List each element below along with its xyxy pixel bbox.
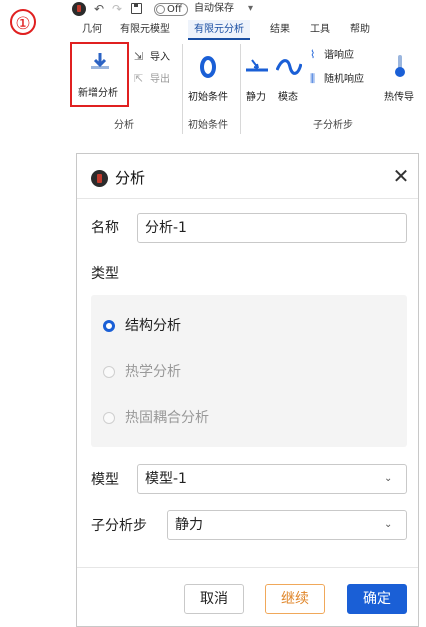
harmonic-icon: ⌇ xyxy=(310,48,316,61)
toggle-knob xyxy=(156,5,165,14)
save-icon[interactable] xyxy=(131,3,142,14)
radio-label: 热固耦合分析 xyxy=(125,410,209,426)
model-select[interactable]: 模型-1 ⌄ xyxy=(137,464,407,494)
initial-conditions-button[interactable]: 初始条件 xyxy=(186,46,234,104)
radio-label: 热学分析 xyxy=(125,364,181,380)
export-button[interactable]: ⇱ 导出 xyxy=(134,72,176,88)
heat-transfer-label: 热传导 xyxy=(384,92,414,103)
substep-select[interactable]: 静力 ⌄ xyxy=(167,510,407,540)
substep-label: 子分析步 xyxy=(91,518,147,534)
ribbon: 新增分析 ⇲ 导入 ⇱ 导出 初始条件 静力 模态 ⌇ 谐响应 ⫼ 随机响应 热… xyxy=(68,42,426,136)
new-analysis-label: 新增分析 xyxy=(78,88,118,99)
radio-label: 结构分析 xyxy=(125,318,181,334)
ribbon-separator xyxy=(182,44,183,134)
radio-thermal[interactable]: 热学分析 xyxy=(103,361,303,383)
group-label-analysis: 分析 xyxy=(114,120,134,131)
customize-dropdown-icon[interactable]: ▾ xyxy=(248,2,253,16)
tab-geometry[interactable]: 几何 xyxy=(76,20,108,40)
export-label: 导出 xyxy=(150,74,170,85)
ok-button[interactable]: 确定 xyxy=(347,584,407,614)
model-label: 模型 xyxy=(91,472,119,488)
new-analysis-button[interactable]: 新增分析 xyxy=(72,44,127,104)
title-divider xyxy=(77,198,418,199)
heat-transfer-button[interactable]: 热传导 xyxy=(382,46,422,104)
logo-icon xyxy=(72,2,86,16)
ribbon-separator xyxy=(240,44,241,134)
random-label: 随机响应 xyxy=(324,74,364,85)
radio-button xyxy=(103,320,115,332)
initial-conditions-label: 初始条件 xyxy=(188,92,228,103)
toggle-label: Off xyxy=(167,4,182,15)
radio-button xyxy=(103,366,115,378)
download-arrow-icon xyxy=(91,53,109,69)
modal-button[interactable]: 模态 xyxy=(274,46,304,104)
radio-button xyxy=(103,412,115,424)
modal-label: 模态 xyxy=(278,92,298,103)
tab-help[interactable]: 帮助 xyxy=(344,20,376,40)
tab-results[interactable]: 结果 xyxy=(264,20,296,40)
close-icon[interactable]: ✕ xyxy=(389,164,413,188)
radio-structural[interactable]: 结构分析 xyxy=(103,315,303,337)
footer-divider xyxy=(77,567,418,568)
type-options-panel: 结构分析 热学分析 热固耦合分析 xyxy=(91,295,407,447)
menu-tabs: 几何 有限元模型 有限元分析 结果 工具 帮助 xyxy=(68,20,426,40)
autosave-label: 自动保存 xyxy=(194,3,234,14)
static-icon xyxy=(246,59,268,72)
model-value: 模型-1 xyxy=(145,471,187,487)
name-label: 名称 xyxy=(91,220,119,236)
tab-fe-analysis[interactable]: 有限元分析 xyxy=(188,20,250,40)
static-button[interactable]: 静力 xyxy=(242,46,272,104)
analysis-dialog: 分析 ✕ 名称 分析-1 类型 结构分析 热学分析 热固耦合分析 模型 模型-1… xyxy=(76,153,419,627)
tab-tools[interactable]: 工具 xyxy=(304,20,336,40)
name-field[interactable]: 分析-1 xyxy=(137,213,407,243)
import-icon: ⇲ xyxy=(134,50,144,63)
import-button[interactable]: ⇲ 导入 xyxy=(134,50,176,66)
harmonic-button[interactable]: ⌇ 谐响应 xyxy=(310,48,366,64)
logo-icon xyxy=(91,170,108,187)
undo-icon[interactable]: ↶ xyxy=(94,1,104,17)
static-label: 静力 xyxy=(246,92,266,103)
chevron-down-icon: ⌄ xyxy=(384,519,393,530)
chevron-down-icon: ⌄ xyxy=(384,473,393,484)
autosave-toggle[interactable]: Off xyxy=(154,3,188,16)
thermometer-icon xyxy=(395,55,405,77)
step-marker: ① xyxy=(10,9,36,35)
radio-thermo-mechanical[interactable]: 热固耦合分析 xyxy=(103,407,303,429)
group-label-initial: 初始条件 xyxy=(188,120,228,131)
redo-icon[interactable]: ↷ xyxy=(112,1,122,17)
group-label-substep: 子分析步 xyxy=(313,120,353,131)
cancel-button[interactable]: 取消 xyxy=(184,584,244,614)
harmonic-label: 谐响应 xyxy=(324,50,354,61)
dialog-title: 分析 xyxy=(115,169,146,187)
random-button[interactable]: ⫼ 随机响应 xyxy=(310,72,374,88)
import-label: 导入 xyxy=(150,52,170,63)
continue-button[interactable]: 继续 xyxy=(265,584,325,614)
quick-access-toolbar: ↶ ↷ Off 自动保存 ▾ xyxy=(68,0,298,18)
random-icon: ⫼ xyxy=(310,72,316,85)
substep-value: 静力 xyxy=(175,517,203,533)
initial-condition-icon xyxy=(200,56,216,78)
type-label: 类型 xyxy=(91,266,119,282)
export-icon: ⇱ xyxy=(134,72,144,85)
modal-wave-icon xyxy=(276,59,302,75)
tab-fe-model[interactable]: 有限元模型 xyxy=(114,20,176,40)
